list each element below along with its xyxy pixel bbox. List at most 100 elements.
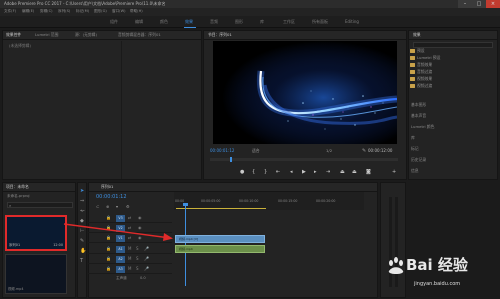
tab-essential-sound[interactable]: 基本声音 — [411, 114, 426, 118]
clip-label: 视频.mp4 — [179, 247, 193, 251]
workspace-editing[interactable]: 编辑 — [135, 20, 143, 24]
mute-icon[interactable]: M — [128, 246, 131, 251]
tab-program[interactable]: 节目：序列01 — [208, 33, 232, 37]
mute-icon[interactable]: M — [128, 266, 131, 271]
panel-divider — [121, 41, 122, 179]
video-clip[interactable]: 视频.mp4 [V] — [175, 235, 265, 243]
mic-icon[interactable]: 🎤 — [144, 266, 149, 271]
work-area-bar[interactable] — [176, 208, 266, 209]
project-clip-thumbnail-1[interactable]: 序列01 12:00 — [5, 215, 67, 251]
playhead-handle[interactable] — [183, 203, 188, 206]
step-back-icon[interactable]: ◂ — [290, 170, 293, 175]
program-current-timecode[interactable]: 00:00:01:12 — [210, 149, 234, 153]
menu-window[interactable]: 窗口(W) — [112, 9, 126, 14]
add-button-icon[interactable]: + — [392, 170, 396, 175]
audio-clip[interactable]: 视频.mp4 — [175, 245, 265, 253]
effect-folder-presets[interactable]: 预设 — [410, 49, 425, 53]
tab-lumetri-scopes[interactable]: Lumetri 范围 — [35, 33, 58, 37]
solo-icon[interactable]: S — [136, 256, 139, 261]
fit-dropdown[interactable]: 适合 — [252, 149, 260, 153]
minimize-button[interactable]: – — [458, 0, 472, 8]
workspace-effects[interactable]: 效果 — [185, 20, 193, 24]
lock-icon[interactable]: 🔒 — [106, 256, 111, 261]
menu-file[interactable]: 文件(F) — [4, 9, 16, 14]
effect-folder-video-effects[interactable]: 视频效果 — [410, 77, 432, 81]
tab-sequence[interactable]: 序列01 — [101, 185, 113, 189]
go-to-out-icon[interactable]: ⇥ — [326, 170, 330, 175]
hand-tool-icon[interactable]: ✋ — [80, 248, 86, 254]
mic-icon[interactable]: 🎤 — [144, 246, 149, 251]
program-scrubber[interactable] — [210, 157, 398, 162]
selection-tool-icon[interactable]: ➤ — [80, 188, 84, 194]
lock-icon[interactable]: 🔒 — [106, 266, 111, 271]
menu-graphics[interactable]: 图形(G) — [94, 9, 107, 14]
folder-icon — [410, 56, 415, 60]
type-tool-icon[interactable]: T — [80, 258, 83, 264]
play-icon[interactable]: ▶ — [302, 170, 306, 175]
tab-audio-clip-mixer[interactable]: 音频剪辑混合器：序列01 — [118, 33, 161, 37]
annotation-arrow — [63, 223, 173, 241]
effect-folder-video-transitions[interactable]: 视频过渡 — [410, 84, 432, 88]
snap-icon[interactable]: ⊂ — [96, 204, 99, 209]
wrench-icon[interactable]: ✎ — [362, 148, 366, 154]
project-panel-header: 项目：未命名 — [3, 183, 75, 192]
effect-folder-audio-transitions[interactable]: 音频过渡 — [410, 70, 432, 74]
master-track-value[interactable]: 0.0 — [140, 276, 146, 281]
export-frame-icon[interactable]: ◙ — [366, 170, 371, 175]
track-label[interactable]: A1 — [116, 246, 125, 253]
program-duration: 00:00:12:00 — [368, 148, 393, 153]
menu-sequence[interactable]: 序列(S) — [58, 9, 70, 14]
solo-icon[interactable]: S — [136, 246, 139, 251]
tab-info[interactable]: 信息 — [411, 169, 419, 173]
project-clip-thumbnail-2[interactable]: 视频.mp4 — [5, 254, 67, 294]
tab-effects[interactable]: 效果 — [413, 33, 421, 37]
menu-edit[interactable]: 编辑(E) — [22, 9, 34, 14]
maximize-button[interactable]: □ — [472, 0, 486, 8]
tab-libraries[interactable]: 库 — [411, 136, 415, 140]
workspace-graphics[interactable]: 图形 — [235, 20, 243, 24]
mark-in-icon[interactable]: { — [252, 170, 255, 175]
project-search-input[interactable]: ⌕ — [7, 202, 73, 208]
tab-lumetri-color[interactable]: Lumetri 颜色 — [411, 125, 434, 129]
tab-history[interactable]: 历史记录 — [411, 158, 426, 162]
solo-icon[interactable]: S — [136, 266, 139, 271]
tab-project[interactable]: 项目：未命名 — [6, 185, 29, 189]
track-label[interactable]: A2 — [116, 256, 125, 263]
mark-out-icon[interactable]: } — [264, 170, 267, 175]
add-marker-icon[interactable]: ▾ — [116, 204, 118, 209]
tab-effect-controls[interactable]: 效果控件 — [6, 33, 21, 37]
mic-icon[interactable]: 🎤 — [144, 256, 149, 261]
workspace-workspaces[interactable]: 工作区 — [283, 20, 295, 24]
effect-folder-audio-effects[interactable]: 音频效果 — [410, 63, 432, 67]
workspace-audio[interactable]: 音频 — [210, 20, 218, 24]
ripple-edit-tool-icon[interactable]: ⟛ — [80, 208, 85, 214]
track-label[interactable]: A3 — [116, 266, 125, 273]
timeline-settings-icon[interactable]: ⚙ — [126, 204, 130, 209]
lift-icon[interactable]: ⏏ — [340, 170, 345, 175]
workspace-libraries[interactable]: 库 — [260, 20, 264, 24]
effect-folder-lumetri[interactable]: Lumetri 预设 — [410, 56, 440, 60]
go-to-in-icon[interactable]: ⇤ — [276, 170, 280, 175]
menu-help[interactable]: 帮助(H) — [130, 9, 143, 14]
step-forward-icon[interactable]: ▸ — [314, 170, 317, 175]
timeline-timecode[interactable]: 00:00:01:12 — [96, 195, 127, 200]
extract-icon[interactable]: ⏏ — [352, 170, 357, 175]
resolution-dropdown[interactable]: 1/2 — [326, 149, 332, 153]
tab-markers[interactable]: 标记 — [411, 147, 419, 151]
menu-marker[interactable]: 标记(M) — [76, 9, 89, 14]
mute-icon[interactable]: M — [128, 256, 131, 261]
workspace-color[interactable]: 颜色 — [160, 20, 168, 24]
effects-search-input[interactable] — [413, 42, 493, 48]
tab-source[interactable]: 源：(无剪辑) — [75, 33, 97, 37]
menu-clip[interactable]: 剪辑(C) — [40, 9, 53, 14]
linked-selection-icon[interactable]: ⊕ — [106, 204, 109, 209]
close-button[interactable]: × — [486, 0, 500, 8]
workspace-all-panels[interactable]: 所有面板 — [312, 20, 328, 24]
tab-essential-graphics[interactable]: 基本图形 — [411, 103, 426, 107]
workspace-assembly[interactable]: 组件 — [110, 20, 118, 24]
add-marker-icon[interactable]: ● — [240, 170, 244, 175]
lock-icon[interactable]: 🔒 — [106, 246, 111, 251]
workspace-editing-en[interactable]: Editing — [345, 20, 359, 24]
program-playhead[interactable] — [230, 157, 232, 162]
track-select-tool-icon[interactable]: ⇒ — [80, 198, 84, 204]
